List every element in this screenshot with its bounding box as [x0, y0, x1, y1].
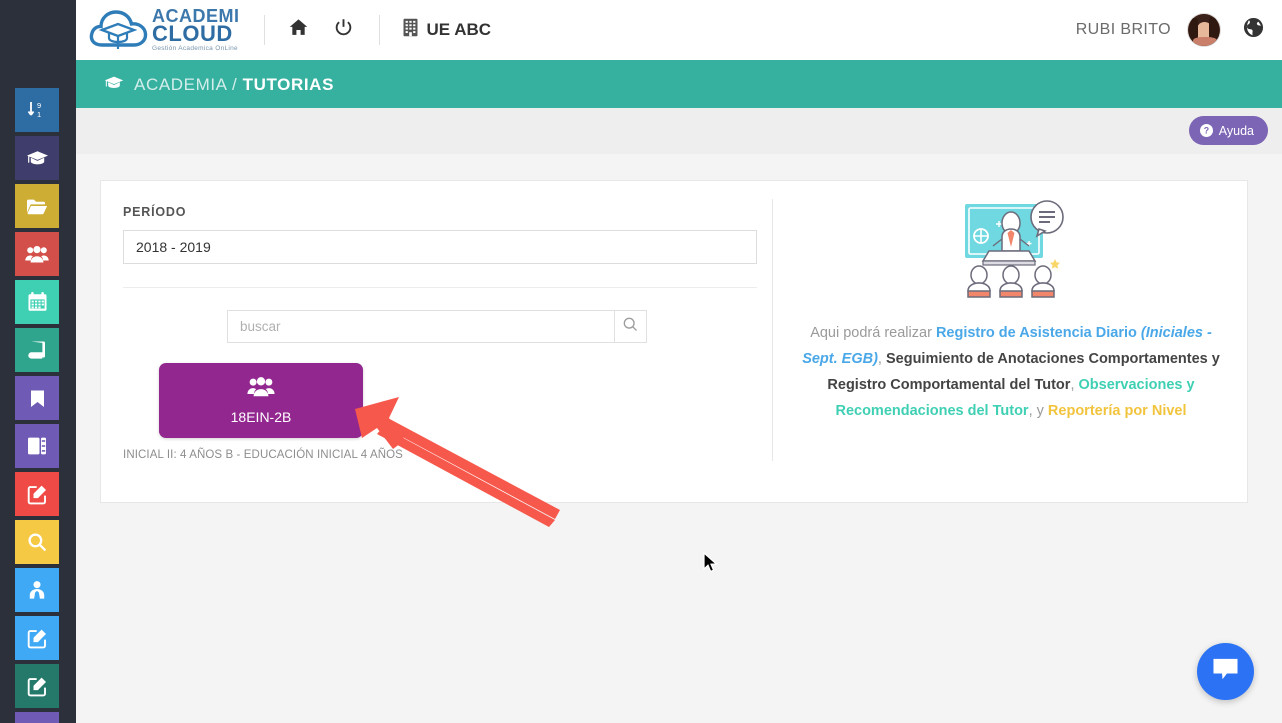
users-card-icon — [247, 376, 275, 403]
top-header: ACADEMI CLOUD Gestión Academica OnLine U… — [76, 0, 1282, 62]
sidebar-item-ordenar[interactable]: 9 1 — [15, 88, 59, 132]
svg-text:?: ? — [1204, 126, 1209, 136]
sidebar-item-estudiantes[interactable] — [15, 232, 59, 276]
header-divider-2 — [378, 15, 380, 45]
graduation-cap-breadcrumb-icon — [104, 74, 124, 96]
info-intro: Aqui podrá realizar — [810, 325, 936, 341]
language-globe-icon[interactable] — [1243, 17, 1264, 43]
logo-line-2: CLOUD — [152, 21, 233, 47]
book-icon — [27, 340, 48, 360]
mouse-cursor — [703, 551, 719, 579]
journal-icon — [27, 436, 47, 456]
panel-right: Aqui podrá realizar Registro de Asistenc… — [773, 181, 1249, 502]
sort-numeric-icon: 9 1 — [27, 100, 47, 120]
graduation-cap-icon — [26, 148, 49, 168]
section-divider — [123, 287, 757, 288]
svg-text:9: 9 — [37, 101, 41, 110]
user-name: RUBI BRITO — [1075, 21, 1171, 38]
sidebar-item-notas[interactable] — [15, 664, 59, 708]
user-tie-icon — [27, 580, 47, 600]
sidebar-item-calendario[interactable] — [15, 280, 59, 324]
sidebar-item-tutor[interactable] — [15, 568, 59, 612]
question-circle-icon: ? — [1199, 124, 1213, 137]
breadcrumb: ACADEMIA / TUTORIAS — [76, 62, 1282, 108]
app-logo[interactable]: ACADEMI CLOUD Gestión Academica OnLine — [88, 7, 240, 53]
course-card[interactable]: 18EIN-2B — [159, 363, 363, 438]
subbar: ? Ayuda — [76, 108, 1282, 154]
organization-name: UE ABC — [426, 20, 492, 39]
calendar-icon — [28, 292, 47, 312]
panel-left: PERÍODO 2018 - 2019 buscar 18EIN-2B INIC… — [101, 181, 773, 502]
organization-label: UE ABC — [402, 18, 492, 42]
folder-open-icon — [26, 197, 48, 216]
cloud-graduation-logo-icon — [89, 10, 148, 49]
main-panel: PERÍODO 2018 - 2019 buscar 18EIN-2B INIC… — [100, 180, 1248, 503]
edit-square-3-icon — [27, 676, 48, 697]
chat-bubble-icon — [1212, 657, 1239, 687]
sidebar-item-academia[interactable] — [15, 136, 59, 180]
app-root: 9 1 ACADEMI CLOUD Gestión Academica OnLi… — [0, 0, 1282, 723]
presentation-illustration — [787, 199, 1235, 306]
power-button[interactable] — [334, 18, 353, 42]
sidebar-item-marcadores[interactable] — [15, 376, 59, 420]
building-icon — [402, 18, 427, 42]
course-caption: INICIAL II: 4 AÑOS B - EDUCACIÓN INICIAL… — [123, 449, 403, 461]
info-link-asistencia[interactable]: Registro de Asistencia Diario — [936, 325, 1141, 341]
sidebar-item-buscar[interactable] — [15, 520, 59, 564]
home-icon — [289, 18, 308, 42]
info-link-reporteria[interactable]: Reportería por Nivel — [1048, 403, 1187, 419]
home-button[interactable] — [289, 18, 308, 42]
info-sep-2: , — [1070, 377, 1079, 393]
period-select[interactable]: 2018 - 2019 — [123, 230, 757, 264]
sidebar: 9 1 — [0, 0, 76, 723]
svg-text:1: 1 — [37, 110, 41, 119]
period-value: 2018 - 2019 — [136, 239, 211, 255]
chat-widget-button[interactable] — [1197, 643, 1254, 700]
breadcrumb-page: TUTORIAS — [242, 75, 335, 94]
sidebar-item-archivos[interactable] — [15, 184, 59, 228]
course-list: 18EIN-2B INICIAL II: 4 AÑOS B - EDUCACIÓ… — [123, 363, 751, 461]
sidebar-item-diario[interactable] — [15, 424, 59, 468]
avatar[interactable] — [1187, 13, 1221, 47]
search-input[interactable] — [227, 310, 614, 343]
power-icon — [334, 18, 353, 42]
help-button[interactable]: ? Ayuda — [1188, 116, 1268, 145]
avatar-body — [1193, 37, 1217, 46]
search-button[interactable] — [614, 310, 647, 343]
header-user-area: RUBI BRITO — [1076, 13, 1282, 47]
info-sep-3: , y — [1028, 403, 1048, 419]
logo-tagline: Gestión Academica OnLine — [152, 45, 238, 53]
edit-square-2-icon — [27, 628, 48, 649]
sidebar-item-extra[interactable] — [15, 712, 59, 723]
sidebar-item-editar[interactable] — [15, 616, 59, 660]
search-icon — [623, 317, 638, 337]
course-code: 18EIN-2B — [230, 409, 292, 425]
breadcrumb-section[interactable]: ACADEMIA / — [134, 75, 243, 94]
sidebar-item-libros[interactable] — [15, 328, 59, 372]
sidebar-item-registro[interactable] — [15, 472, 59, 516]
search-box — [227, 310, 647, 343]
info-sep-1: , — [877, 351, 886, 367]
info-description: Aqui podrá realizar Registro de Asistenc… — [787, 320, 1235, 424]
edit-square-icon — [27, 484, 48, 505]
search-square-icon — [27, 532, 47, 552]
header-divider-1 — [263, 15, 265, 45]
period-label: PERÍODO — [123, 205, 187, 219]
users-icon — [25, 245, 49, 264]
search-row — [123, 310, 751, 343]
help-button-label: Ayuda — [1218, 123, 1254, 138]
bookmark-icon — [30, 389, 45, 408]
